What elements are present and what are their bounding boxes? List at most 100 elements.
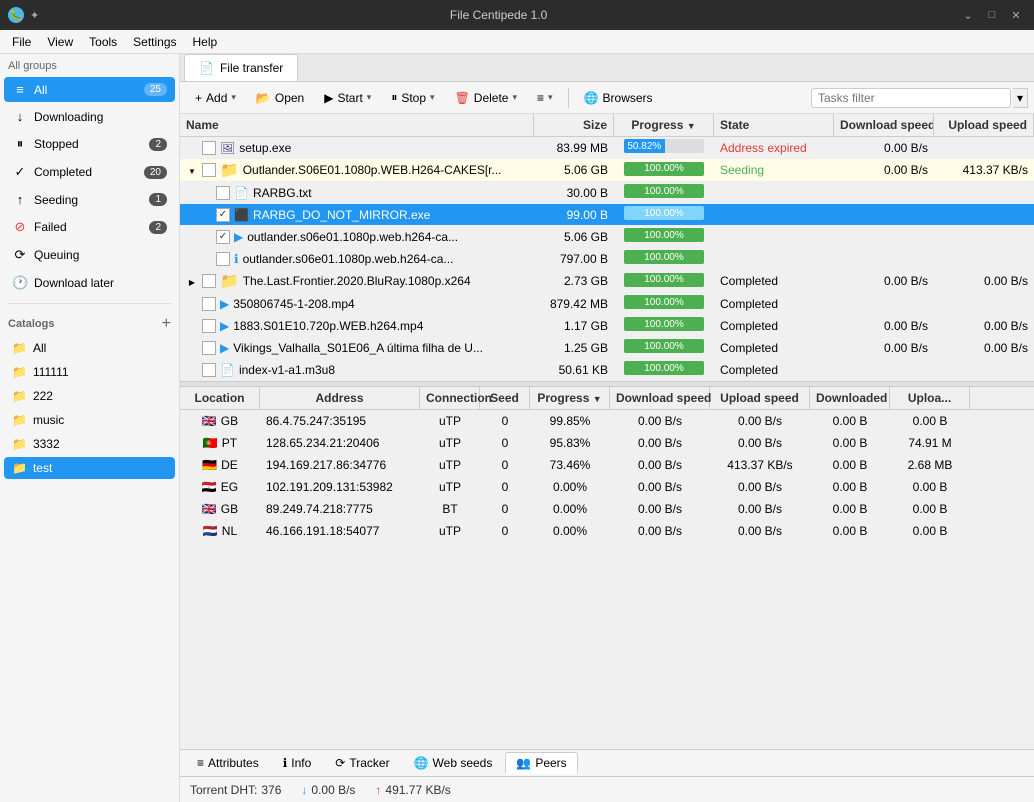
table-row[interactable]: ℹ outlander.s06e01.1080p.web.h264-ca... … — [180, 248, 1034, 270]
th-name[interactable]: Name — [180, 114, 534, 136]
menu-file[interactable]: File — [4, 33, 39, 51]
lth-ul-speed[interactable]: Upload speed — [710, 387, 810, 409]
file-type-icon: ▶ — [234, 230, 243, 244]
open-button[interactable]: 📂 Open — [247, 87, 313, 109]
lower-row[interactable]: 🇳🇱 NL 46.166.191.18:54077 uTP 0 0.00% 0.… — [180, 520, 1034, 542]
th-state[interactable]: State — [714, 114, 834, 136]
add-arrow: ▾ — [231, 92, 236, 103]
catalog-item-all[interactable]: 📁 All — [4, 337, 175, 359]
lower-dl-speed: 0.00 B/s — [610, 522, 710, 540]
more-button[interactable]: ≡ ▾ — [528, 87, 562, 109]
lower-row[interactable]: 🇵🇹 PT 128.65.234.21:20406 uTP 0 95.83% 0… — [180, 432, 1034, 454]
file-type-icon: 📄 — [234, 186, 249, 200]
lth-progress[interactable]: Progress ▼ — [530, 387, 610, 409]
row-checkbox[interactable] — [216, 252, 230, 266]
lower-seed: 0 — [480, 412, 530, 430]
lower-row[interactable]: 🇬🇧 GB 89.249.74.218:7775 BT 0 0.00% 0.00… — [180, 498, 1034, 520]
catalogs-add-btn[interactable]: + — [162, 316, 171, 332]
catalog-item-111111[interactable]: 📁 111111 — [4, 361, 175, 383]
sidebar-item-completed[interactable]: ✓ Completed 20 — [4, 159, 175, 185]
lower-row[interactable]: 🇪🇬 EG 102.191.209.131:53982 uTP 0 0.00% … — [180, 476, 1034, 498]
delete-button[interactable]: 🗑 Delete ▾ — [446, 87, 526, 109]
sidebar-item-failed[interactable]: ⊘ Failed 2 — [4, 214, 175, 240]
expand-btn[interactable] — [186, 164, 198, 176]
row-checkbox[interactable] — [202, 274, 216, 288]
btab-attributes[interactable]: ≡ Attributes — [186, 752, 270, 774]
lower-uploaded: 74.91 M — [890, 434, 970, 452]
lth-connection[interactable]: Connection — [420, 387, 480, 409]
row-checkbox[interactable] — [216, 186, 230, 200]
flag-icon: 🇵🇹 — [203, 436, 218, 450]
table-row[interactable]: 📄 index-v1-a1.m3u8 50.61 KB 100.00% Comp… — [180, 359, 1034, 381]
btab-tracker[interactable]: ⟳ Tracker — [324, 752, 400, 774]
stop-label: Stop — [401, 91, 426, 105]
row-checkbox[interactable] — [216, 208, 230, 222]
table-row[interactable]: 🖼 setup.exe 83.99 MB 50.82% Address expi… — [180, 137, 1034, 159]
flag-icon: 🇪🇬 — [202, 480, 217, 494]
expand-btn[interactable] — [186, 275, 198, 287]
btab-webseeds[interactable]: 🌐 Web seeds — [403, 752, 504, 774]
table-row[interactable]: ▶ 350806745-1-208.mp4 879.42 MB 100.00% … — [180, 293, 1034, 315]
btab-info[interactable]: ℹ Info — [272, 752, 323, 774]
lower-uploaded: 0.00 B — [890, 500, 970, 518]
btab-peers[interactable]: 👥 Peers — [505, 752, 577, 774]
sidebar-item-downloading[interactable]: ↓ Downloading — [4, 104, 175, 129]
row-size: 1.25 GB — [534, 339, 614, 357]
table-row[interactable]: ▶ outlander.s06e01.1080p.web.h264-ca... … — [180, 226, 1034, 248]
lower-dl-speed: 0.00 B/s — [610, 456, 710, 474]
table-row[interactable]: 📁 The.Last.Frontier.2020.BluRay.1080p.x2… — [180, 270, 1034, 293]
main-layout: All groups ≡ All 25 ↓ Downloading ⏸ Stop… — [0, 54, 1034, 802]
table-row[interactable]: ▶ 1883.S01E10.720p.WEB.h264.mp4 1.17 GB … — [180, 315, 1034, 337]
lth-downloaded[interactable]: Downloaded — [810, 387, 890, 409]
sidebar-item-stopped[interactable]: ⏸ Stopped 2 — [4, 131, 175, 157]
row-checkbox[interactable] — [202, 363, 216, 377]
row-checkbox[interactable] — [202, 163, 216, 177]
sidebar-item-download-later[interactable]: 🕐 Download later — [4, 270, 175, 296]
th-progress[interactable]: Progress ▼ — [614, 114, 714, 136]
menu-tools[interactable]: Tools — [81, 33, 125, 51]
th-dl-speed[interactable]: Download speed — [834, 114, 934, 136]
lth-location[interactable]: Location — [180, 387, 260, 409]
menu-view[interactable]: View — [39, 33, 81, 51]
table-row[interactable]: ▶ Vikings_Valhalla_S01E06_A última filha… — [180, 337, 1034, 359]
row-checkbox[interactable] — [216, 230, 230, 244]
lower-row[interactable]: 🇩🇪 DE 194.169.217.86:34776 uTP 0 73.46% … — [180, 454, 1034, 476]
sidebar-item-seeding[interactable]: ↑ Seeding 1 — [4, 187, 175, 212]
stop-button[interactable]: ⏸ Stop ▾ — [382, 86, 443, 109]
table-row[interactable]: ⬛ RARBG_DO_NOT_MIRROR.exe 99.00 B 100.00… — [180, 204, 1034, 226]
menu-help[interactable]: Help — [185, 33, 226, 51]
catalogs-header: Catalogs + — [0, 310, 179, 336]
row-checkbox[interactable] — [202, 141, 216, 155]
lth-address[interactable]: Address — [260, 387, 420, 409]
tab-file-transfer[interactable]: 📄 File transfer — [184, 54, 298, 81]
row-checkbox[interactable] — [202, 319, 216, 333]
lth-seed[interactable]: Seed — [480, 387, 530, 409]
table-row[interactable]: 📁 Outlander.S06E01.1080p.WEB.H264-CAKES[… — [180, 159, 1034, 182]
catalog-item-3332[interactable]: 📁 3332 — [4, 433, 175, 455]
row-checkbox[interactable] — [202, 341, 216, 355]
sidebar-item-queuing[interactable]: ⟳ Queuing — [4, 242, 175, 268]
progress-fill: 100.00% — [624, 228, 704, 242]
catalog-item-test[interactable]: 📁 test — [4, 457, 175, 479]
lth-dl-speed[interactable]: Download speed — [610, 387, 710, 409]
row-checkbox[interactable] — [202, 297, 216, 311]
lower-progress: 0.00% — [530, 522, 610, 540]
lower-row[interactable]: 🇬🇧 GB 86.4.75.247:35195 uTP 0 99.85% 0.0… — [180, 410, 1034, 432]
browsers-button[interactable]: 🌐 Browsers — [575, 87, 662, 109]
filter-dropdown-btn[interactable]: ▾ — [1013, 88, 1028, 108]
catalog-item-222[interactable]: 📁 222 — [4, 385, 175, 407]
start-button[interactable]: ▶ Start ▾ — [315, 87, 380, 109]
sidebar-item-all[interactable]: ≡ All 25 — [4, 77, 175, 102]
menu-settings[interactable]: Settings — [125, 33, 184, 51]
sidebar-label-completed: Completed — [34, 165, 92, 179]
lth-uploaded[interactable]: Uploa... — [890, 387, 970, 409]
th-size[interactable]: Size — [534, 114, 614, 136]
th-ul-speed[interactable]: Upload speed — [934, 114, 1034, 136]
add-button[interactable]: + Add ▾ — [186, 87, 245, 109]
tasks-filter-input[interactable] — [811, 88, 1011, 108]
catalog-item-music[interactable]: 📁 music — [4, 409, 175, 431]
maximize-btn[interactable]: □ — [982, 7, 1002, 23]
minimize-btn[interactable]: ⌄ — [958, 7, 978, 23]
table-row[interactable]: 📄 RARBG.txt 30.00 B 100.00% — [180, 182, 1034, 204]
close-btn[interactable]: ✕ — [1006, 7, 1026, 23]
